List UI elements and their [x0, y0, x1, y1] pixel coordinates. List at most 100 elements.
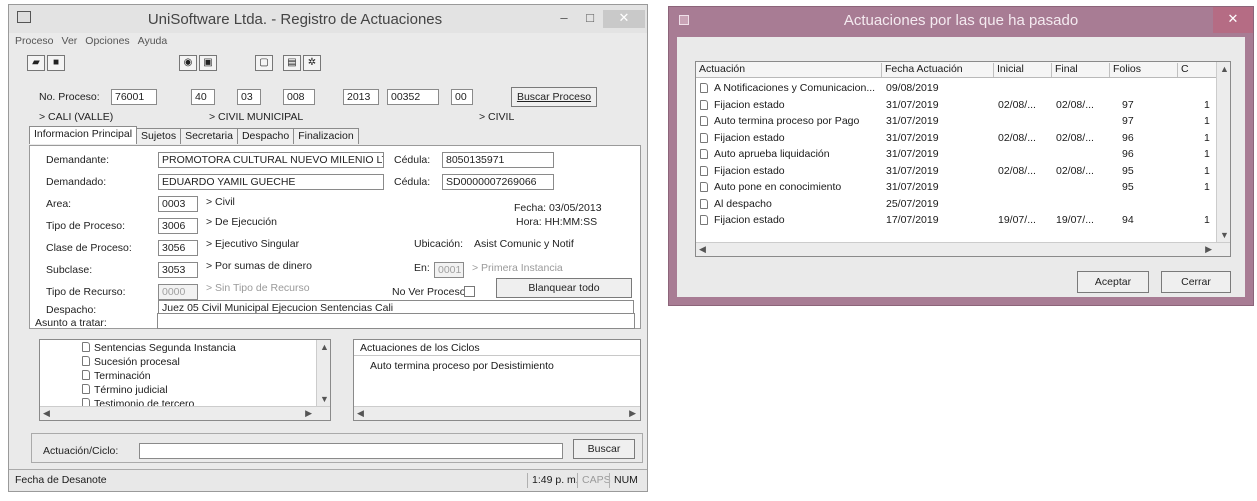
grid-row[interactable]: Fijacion estado 31/07/2019 02/08/... 02/08/…: [696, 132, 1216, 144]
buscar-button[interactable]: Buscar: [573, 439, 635, 459]
ciclos-list[interactable]: Actuaciones de los Ciclos Auto termina p…: [353, 339, 641, 421]
cell-folios: 96: [1122, 148, 1134, 160]
app-icon: [17, 11, 31, 23]
demandado-field[interactable]: EDUARDO YAMIL GUECHE: [158, 174, 384, 190]
grid-row[interactable]: A Notificaciones y Comunicacion... 09/08/…: [696, 82, 1216, 94]
en-code-field[interactable]: 0001: [434, 262, 464, 278]
column-final[interactable]: Final: [1052, 63, 1110, 77]
tab-sujetos[interactable]: Sujetos: [136, 128, 182, 144]
ubicacion-value: Asist Comunic y Notif: [474, 238, 574, 250]
scroll-right-icon[interactable]: ▶: [629, 408, 636, 419]
print-icon[interactable]: ▤: [283, 55, 301, 71]
new-page-icon[interactable]: ▢: [255, 55, 273, 71]
actuaciones-grid[interactable]: Actuación Fecha Actuación Inicial Final …: [695, 61, 1231, 257]
buscar-proceso-button[interactable]: Buscar Proceso: [511, 87, 597, 107]
main-window: UniSoftware Ltda. - Registro de Actuacio…: [8, 4, 648, 492]
blanquear-todo-button[interactable]: Blanquear todo: [496, 278, 632, 298]
column-c[interactable]: C: [1178, 63, 1218, 77]
grid-horizontal-scrollbar[interactable]: ◀ ▶: [696, 242, 1230, 256]
area-label: Area:: [46, 198, 72, 210]
cedula-label-2: Cédula:: [394, 176, 431, 188]
scroll-right-icon[interactable]: ▶: [305, 408, 312, 419]
document-icon: [82, 342, 90, 352]
tree-horizontal-scrollbar[interactable]: ◀ ▶: [40, 406, 330, 420]
dialog-close-button[interactable]: ✕: [1213, 7, 1253, 33]
scroll-down-icon[interactable]: ▼: [320, 394, 329, 404]
window-title: UniSoftware Ltda. - Registro de Actuacio…: [147, 10, 443, 28]
grid-row[interactable]: Auto termina proceso por Pago 31/07/2019 9…: [696, 115, 1216, 127]
actuacion-ciclo-input[interactable]: [139, 443, 563, 459]
proceso-part-7[interactable]: 00: [451, 89, 473, 105]
cedula-demandante-field[interactable]: 8050135971: [442, 152, 554, 168]
asunto-field[interactable]: [157, 313, 635, 329]
close-button[interactable]: ✕: [603, 10, 645, 28]
subclase-code-field[interactable]: 3053: [158, 262, 198, 278]
ciclos-horizontal-scrollbar[interactable]: ◀ ▶: [354, 406, 640, 420]
scroll-left-icon[interactable]: ◀: [699, 244, 706, 255]
scroll-up-icon[interactable]: ▲: [1220, 64, 1229, 74]
grid-row[interactable]: Fijacion estado 17/07/2019 19/07/... 19/07/…: [696, 214, 1216, 226]
area-code-field[interactable]: 0003: [158, 196, 198, 212]
grid-row[interactable]: Fijacion estado 31/07/2019 02/08/... 02/08/…: [696, 99, 1216, 111]
tipo-proceso-code-field[interactable]: 3006: [158, 218, 198, 234]
column-actuacion[interactable]: Actuación: [696, 63, 882, 77]
scroll-left-icon[interactable]: ◀: [43, 408, 50, 419]
cell-fecha: 31/07/2019: [886, 148, 939, 160]
menu-opciones[interactable]: Opciones: [85, 35, 129, 51]
proceso-part-4[interactable]: 008: [283, 89, 315, 105]
tree-vertical-scrollbar[interactable]: ▲ ▼: [316, 340, 330, 406]
grid-vertical-scrollbar[interactable]: ▲ ▼: [1216, 62, 1230, 242]
proceso-part-6[interactable]: 00352: [387, 89, 439, 105]
column-fecha-actuacion[interactable]: Fecha Actuación: [882, 63, 994, 77]
scroll-down-icon[interactable]: ▼: [1220, 230, 1229, 240]
actuaciones-dialog: Actuaciones por las que ha pasado ✕ Actu…: [668, 6, 1254, 306]
scroll-right-icon[interactable]: ▶: [1205, 244, 1212, 255]
main-title-bar[interactable]: UniSoftware Ltda. - Registro de Actuacio…: [9, 5, 647, 33]
tab-finalizacion[interactable]: Finalizacion: [293, 128, 359, 144]
tab-despacho[interactable]: Despacho: [236, 128, 295, 144]
tree-item[interactable]: Sentencias Segunda Instancia: [82, 342, 236, 354]
cell-inicial: 02/08/...: [998, 164, 1036, 177]
cell-actuacion: Auto aprueba liquidación: [714, 148, 830, 160]
column-folios[interactable]: Folios: [1110, 63, 1178, 77]
menu-ver[interactable]: Ver: [62, 35, 78, 51]
menu-proceso[interactable]: Proceso: [15, 35, 54, 51]
menu-ayuda[interactable]: Ayuda: [138, 35, 168, 51]
actuaciones-tree[interactable]: Sentencias Segunda Instancia Sucesión pr…: [39, 339, 331, 421]
tree-item[interactable]: Término judicial: [82, 384, 168, 396]
record-icon[interactable]: ◉: [179, 55, 197, 71]
clase-proceso-code-field[interactable]: 3056: [158, 240, 198, 256]
tree-item[interactable]: Terminación: [82, 370, 151, 382]
tab-secretaria[interactable]: Secretaria: [180, 128, 238, 144]
grid-row[interactable]: Auto pone en conocimiento 31/07/2019 95 1: [696, 181, 1216, 193]
proceso-part-3[interactable]: 03: [237, 89, 261, 105]
cell-folios: 94: [1122, 214, 1134, 226]
maximize-button[interactable]: □: [577, 10, 603, 28]
open-folder-icon[interactable]: ▰: [27, 55, 45, 71]
no-ver-proceso-checkbox[interactable]: [464, 286, 475, 297]
document-icon: [700, 83, 708, 93]
tools-icon[interactable]: ✲: [303, 55, 321, 71]
scroll-left-icon[interactable]: ◀: [357, 408, 364, 419]
column-inicial[interactable]: Inicial: [994, 63, 1052, 77]
proceso-part-2[interactable]: 40: [191, 89, 215, 105]
document-icon[interactable]: ▣: [199, 55, 217, 71]
grid-row[interactable]: Auto aprueba liquidación 31/07/2019 96 1: [696, 148, 1216, 160]
cell-fecha: 09/08/2019: [886, 82, 939, 94]
ciclos-list-item[interactable]: Auto termina proceso por Desistimiento: [370, 360, 554, 372]
scroll-up-icon[interactable]: ▲: [320, 342, 329, 352]
tab-informacion-principal[interactable]: Informacion Principal: [29, 126, 138, 144]
save-icon[interactable]: ■: [47, 55, 65, 71]
minimize-button[interactable]: –: [551, 10, 577, 28]
grid-row[interactable]: Al despacho 25/07/2019: [696, 198, 1216, 210]
demandante-field[interactable]: PROMOTORA CULTURAL NUEVO MILENIO LT: [158, 152, 384, 168]
cedula-demandado-field[interactable]: SD0000007269066: [442, 174, 554, 190]
grid-row[interactable]: Fijacion estado 31/07/2019 02/08/... 02/08/…: [696, 165, 1216, 177]
tree-item[interactable]: Sucesión procesal: [82, 356, 180, 368]
proceso-part-5[interactable]: 2013: [343, 89, 379, 105]
cerrar-button[interactable]: Cerrar: [1161, 271, 1231, 293]
cell-c: 1: [1204, 115, 1210, 127]
tipo-recurso-code-field[interactable]: 0000: [158, 284, 198, 300]
proceso-part-1[interactable]: 76001: [111, 89, 157, 105]
aceptar-button[interactable]: Aceptar: [1077, 271, 1149, 293]
